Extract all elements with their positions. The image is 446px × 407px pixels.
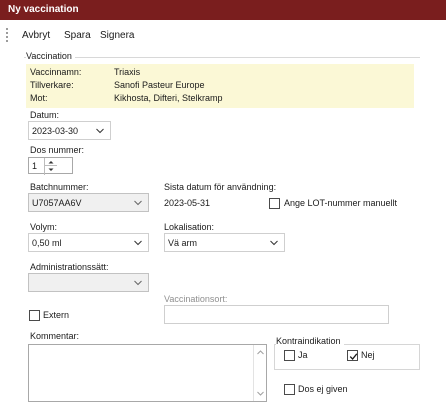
dose-number-value: 1 (32, 161, 38, 171)
volume-label: Volym: (30, 222, 58, 232)
vaccination-group-divider (24, 57, 420, 58)
chevron-down-icon (134, 240, 142, 246)
batch-number-select[interactable]: U7057AA6V (28, 193, 149, 212)
external-label: Extern (43, 310, 70, 320)
location-value: Vä arm (168, 238, 198, 248)
administration-method-select[interactable] (28, 273, 149, 292)
vaccine-name-label: Vaccinnamn: (30, 67, 82, 77)
volume-value: 0,50 ml (32, 238, 62, 248)
contraindication-title: Kontraindikation (276, 336, 344, 346)
vaccination-group-title: Vaccination (26, 51, 75, 61)
dose-spinner (44, 158, 57, 175)
manufacturer-value: Sanofi Pasteur Europe (114, 80, 205, 90)
comment-textarea[interactable] (28, 344, 267, 402)
chevron-down-icon (270, 240, 278, 246)
contraindication-yes-checkbox[interactable] (284, 350, 295, 361)
location-select[interactable]: Vä arm (164, 233, 285, 252)
manufacturer-label: Tillverkare: (30, 80, 74, 90)
spin-up-icon[interactable] (45, 158, 57, 166)
location-label: Lokalisation: (164, 222, 215, 232)
expiry-date-value: 2023-05-31 (164, 198, 211, 208)
dose-not-given-checkbox[interactable] (284, 384, 295, 395)
scroll-down-icon (257, 391, 264, 396)
checkmark-icon (349, 353, 358, 360)
contraindication-no-label: Nej (361, 350, 375, 360)
vaccination-place-label: Vaccinationsort: (164, 294, 228, 304)
chevron-down-icon (134, 280, 142, 286)
external-checkbox[interactable] (29, 310, 40, 321)
dose-number-label: Dos nummer: (30, 145, 85, 155)
manual-lot-checkbox[interactable] (269, 198, 280, 209)
chevron-down-icon (134, 200, 142, 206)
administration-method-label: Administrationssätt: (30, 262, 109, 272)
vaccination-place-input[interactable] (164, 305, 389, 324)
menu-bar: Avbryt Spara Signera (0, 20, 446, 46)
date-label: Datum: (30, 110, 60, 120)
expiry-date-label: Sista datum för användning: (164, 182, 277, 192)
scroll-up-icon (257, 350, 264, 355)
batch-number-label: Batchnummer: (30, 182, 89, 192)
contraindication-no-checkbox[interactable] (347, 350, 358, 361)
contraindication-yes-label: Ja (298, 350, 308, 360)
window-title: Ny vaccination (8, 4, 79, 15)
volume-select[interactable]: 0,50 ml (28, 233, 149, 252)
sign-menu-item[interactable]: Signera (100, 30, 134, 41)
batch-number-value: U7057AA6V (32, 198, 82, 208)
new-vaccination-window: Ny vaccination Avbryt Spara Signera Vacc… (0, 0, 446, 407)
against-label: Mot: (30, 93, 48, 103)
date-value: 2023-03-30 (32, 126, 79, 136)
comment-label: Kommentar: (30, 331, 80, 341)
comment-scrollbar[interactable] (253, 345, 266, 401)
date-picker[interactable]: 2023-03-30 (28, 121, 111, 140)
vaccine-info-panel: Vaccinnamn: Triaxis Tillverkare: Sanofi … (26, 64, 414, 108)
save-menu-item[interactable]: Spara (64, 30, 91, 41)
dose-number-stepper[interactable]: 1 (28, 157, 73, 175)
cancel-menu-item[interactable]: Avbryt (22, 30, 50, 41)
chevron-down-icon (96, 128, 104, 134)
spin-down-icon[interactable] (45, 166, 57, 174)
manual-lot-label: Ange LOT-nummer manuellt (284, 198, 398, 208)
vaccine-name-value: Triaxis (114, 67, 141, 77)
against-value: Kikhosta, Difteri, Stelkramp (114, 93, 223, 103)
toolbar-grip-icon[interactable] (6, 28, 9, 42)
title-bar: Ny vaccination (0, 0, 446, 20)
dose-not-given-label: Dos ej given (298, 384, 348, 394)
